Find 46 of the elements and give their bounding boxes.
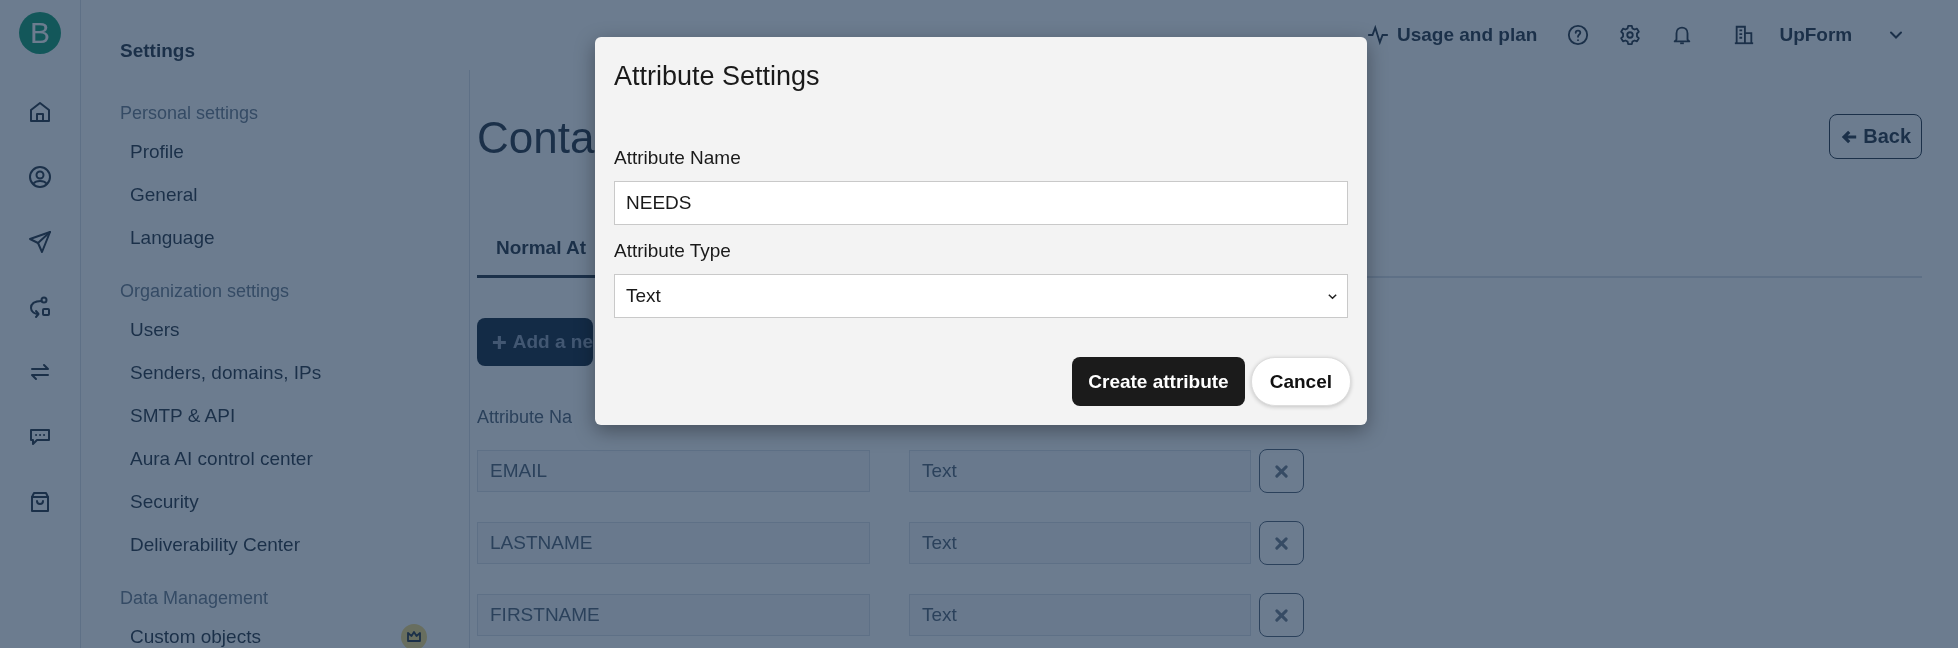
sidebar-item[interactable]: Security [130, 490, 199, 513]
home-icon[interactable] [28, 100, 52, 124]
plus-icon [492, 334, 507, 350]
attribute-type-field[interactable]: Text [909, 522, 1251, 564]
dialog-title: Attribute Settings [614, 61, 821, 92]
sidebar-item[interactable]: Aura AI control center [130, 447, 313, 470]
send-icon[interactable] [28, 230, 52, 254]
sidebar-item[interactable]: Senders, domains, IPs [130, 361, 322, 384]
sidebar-item[interactable]: Users [130, 318, 180, 341]
bag-icon[interactable] [28, 490, 52, 514]
settings-icon[interactable] [1619, 24, 1642, 46]
cancel-button[interactable]: Cancel [1250, 357, 1351, 406]
close-icon [1275, 536, 1288, 550]
usage-link[interactable]: Usage and plan [1397, 24, 1538, 46]
sidebar-item[interactable]: General [130, 183, 198, 206]
sidebar-item[interactable]: Profile [130, 140, 184, 163]
logo[interactable]: B [19, 12, 61, 54]
organization-name[interactable]: UpForm [1779, 24, 1853, 46]
sidebar-item[interactable]: Language [130, 226, 215, 249]
help-icon[interactable] [1567, 24, 1590, 46]
delete-button[interactable] [1259, 449, 1304, 493]
attribute-name-field[interactable]: LASTNAME [477, 522, 870, 564]
back-button[interactable]: Back [1829, 114, 1922, 159]
attribute-name-field[interactable]: EMAIL [477, 450, 870, 492]
building-icon [1733, 24, 1756, 46]
attribute-type-field[interactable]: Text [909, 450, 1251, 492]
attribute-name-input[interactable]: NEEDS [614, 181, 1348, 225]
sidebar-item[interactable]: SMTP & API [130, 404, 236, 427]
page-heading: Conta [477, 113, 595, 163]
create-attribute-button[interactable]: Create attribute [1072, 357, 1245, 406]
attribute-type-field[interactable]: Text [909, 594, 1251, 636]
sidebar-item[interactable]: Custom objects [130, 625, 261, 648]
close-icon [1275, 464, 1288, 478]
sidebar-item[interactable]: Deliverability Center [130, 533, 300, 556]
field-label: Attribute Type [614, 240, 732, 262]
activity-icon [1367, 24, 1389, 46]
attribute-type-select[interactable]: Text [614, 274, 1348, 318]
close-icon [1275, 608, 1288, 622]
field-label: Attribute Name [614, 147, 742, 169]
delete-button[interactable] [1259, 521, 1304, 565]
sidebar-title: Settings [120, 40, 196, 62]
column-header: Attribute Na [477, 407, 573, 428]
route-icon[interactable] [28, 295, 52, 319]
delete-button[interactable] [1259, 593, 1304, 637]
user-circle-icon[interactable] [28, 165, 52, 189]
attribute-name-field[interactable]: FIRSTNAME [477, 594, 870, 636]
